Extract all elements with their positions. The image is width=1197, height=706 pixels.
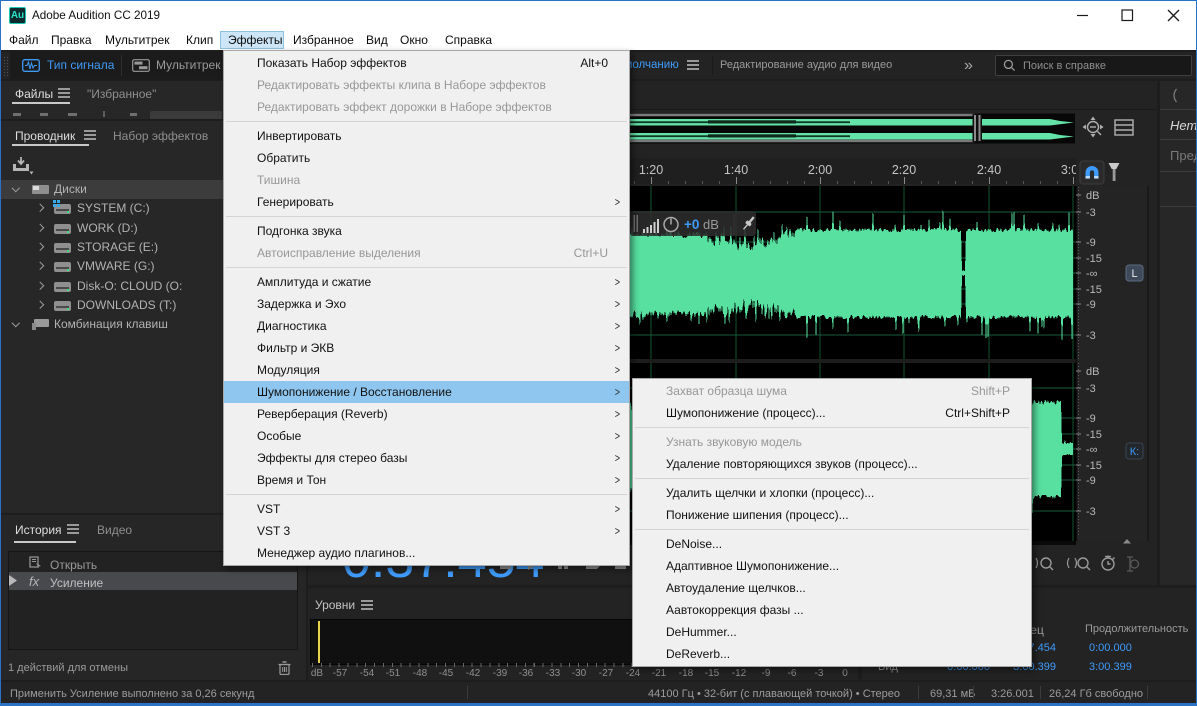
svg-text:-∞: -∞: [1086, 444, 1098, 456]
svg-text:2:20: 2:20: [892, 163, 916, 177]
svg-text:dB: dB: [703, 217, 719, 232]
svg-text:-3: -3: [1086, 383, 1096, 395]
svg-text:-15: -15: [1086, 284, 1102, 296]
svg-text:1:20: 1:20: [639, 163, 663, 177]
svg-text:+0: +0: [684, 217, 699, 232]
svg-text:2:00: 2:00: [808, 163, 832, 177]
svg-text:-9: -9: [1086, 237, 1096, 249]
svg-text:-15: -15: [1086, 429, 1102, 441]
svg-text:-9: -9: [1086, 413, 1096, 425]
svg-text:-15: -15: [1086, 460, 1102, 472]
svg-text:-15: -15: [1086, 253, 1102, 265]
svg-text:-3: -3: [1086, 506, 1096, 518]
svg-text:1:40: 1:40: [724, 163, 748, 177]
svg-text:dB: dB: [1086, 366, 1099, 378]
svg-text:-9: -9: [1086, 299, 1096, 311]
svg-text:-9: -9: [1086, 475, 1096, 487]
svg-text:L: L: [1131, 268, 1137, 280]
svg-text:2:40: 2:40: [977, 163, 1001, 177]
svg-text:-∞: -∞: [1086, 268, 1098, 280]
svg-text:dB: dB: [1086, 190, 1099, 202]
svg-text:-3: -3: [1086, 330, 1096, 342]
svg-text:-3: -3: [1086, 207, 1096, 219]
svg-text:К:: К:: [1130, 446, 1139, 458]
